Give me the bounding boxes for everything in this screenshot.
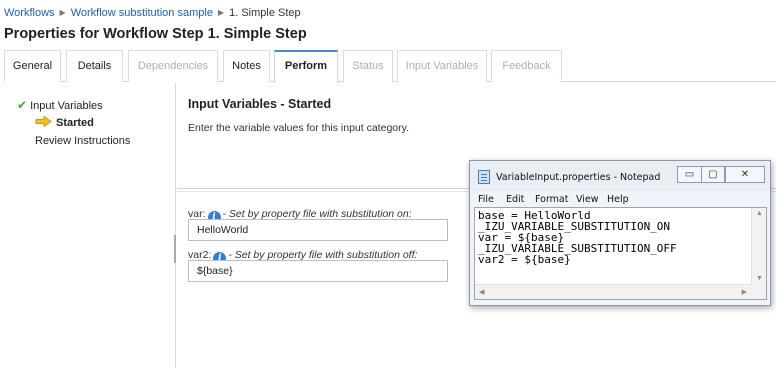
tab-feedback[interactable]: Feedback	[491, 50, 562, 82]
tab-general[interactable]: General	[4, 50, 61, 82]
nav-item-input-variables[interactable]: ✔ Input Variables	[17, 98, 103, 112]
notepad-titlebar[interactable]: VariableInput.properties - Notepad ▭ ▢ ✕	[470, 161, 770, 191]
breadcrumb-separator-icon: ▶	[59, 8, 66, 17]
menu-format[interactable]: Format	[535, 194, 568, 205]
scroll-left-icon[interactable]: ◀	[479, 288, 484, 296]
breadcrumb-workflow-link[interactable]: Workflow substitution sample	[71, 7, 213, 19]
tab-status[interactable]: Status	[343, 50, 393, 82]
nav-item-label: Input Variables	[30, 100, 103, 112]
menu-view[interactable]: View	[576, 194, 599, 205]
breadcrumb-workflows-link[interactable]: Workflows	[4, 7, 55, 19]
scroll-down-icon[interactable]: ▼	[756, 275, 763, 282]
panel-splitter-handle[interactable]	[174, 235, 176, 263]
notepad-window[interactable]: VariableInput.properties - Notepad ▭ ▢ ✕…	[469, 160, 771, 306]
close-icon[interactable]: ✕	[725, 166, 765, 183]
nav-item-started[interactable]: Started	[35, 115, 94, 130]
notepad-title: VariableInput.properties - Notepad	[496, 172, 661, 183]
menu-help[interactable]: Help	[607, 194, 629, 205]
vertical-scrollbar[interactable]: ▲ ▼	[751, 208, 766, 284]
left-nav: ✔ Input Variables Started Review Instruct…	[0, 83, 176, 368]
var2-input[interactable]	[188, 260, 448, 282]
notepad-menubar: File Edit Format View Help	[470, 192, 770, 207]
scroll-right-icon[interactable]: ▶	[742, 288, 747, 296]
breadcrumb: Workflows ▶ Workflow substitution sample ▶ 1…	[4, 7, 301, 19]
tab-perform[interactable]: Perform	[274, 50, 338, 83]
maximize-icon[interactable]: ▢	[701, 166, 725, 183]
nav-item-label: Started	[56, 116, 94, 129]
tab-input-variables[interactable]: Input Variables	[397, 50, 487, 82]
breadcrumb-current: 1. Simple Step	[229, 7, 301, 19]
check-icon: ✔	[17, 98, 28, 112]
notepad-editor[interactable]: base = HelloWorld _IZU_VARIABLE_SUBSTITU…	[474, 207, 767, 300]
tab-dependencies[interactable]: Dependencies	[128, 50, 218, 82]
scroll-up-icon[interactable]: ▲	[756, 210, 763, 217]
breadcrumb-separator-icon: ▶	[217, 8, 225, 17]
menu-file[interactable]: File	[478, 194, 494, 205]
nav-item-review-instructions[interactable]: Review Instructions	[35, 135, 130, 147]
var-input[interactable]	[188, 219, 448, 241]
resize-grip-icon[interactable]	[751, 284, 766, 299]
tab-details[interactable]: Details	[66, 50, 123, 82]
section-description: Enter the variable values for this input…	[188, 122, 410, 134]
section-title: Input Variables - Started	[188, 97, 332, 111]
tab-notes[interactable]: Notes	[223, 50, 270, 82]
menu-edit[interactable]: Edit	[506, 194, 524, 205]
notepad-app-icon	[478, 170, 490, 184]
arrow-right-icon	[35, 115, 52, 130]
editor-line: var2 = ${base}	[478, 253, 571, 266]
page-title: Properties for Workflow Step 1. Simple S…	[4, 26, 307, 42]
horizontal-scrollbar[interactable]: ◀ ▶	[475, 284, 751, 299]
minimize-icon[interactable]: ▭	[677, 166, 702, 183]
tab-bar: General Details Dependencies Notes Perfo…	[4, 50, 776, 83]
